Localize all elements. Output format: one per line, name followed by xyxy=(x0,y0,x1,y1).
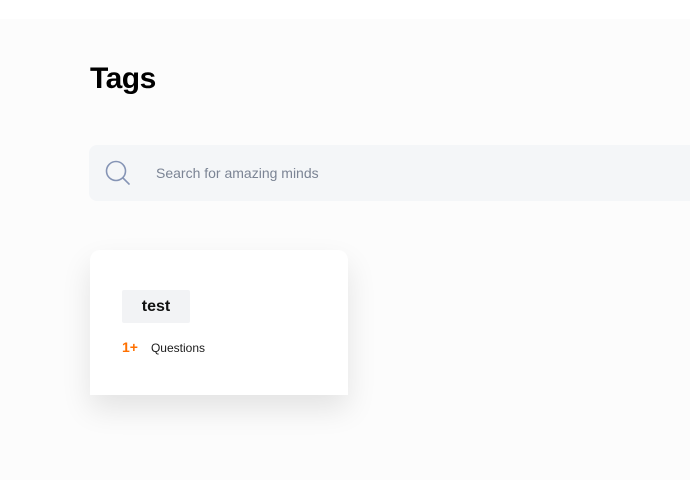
tag-question-label: Questions xyxy=(150,341,205,355)
search-icon xyxy=(105,160,131,186)
tag-question-count: 1+ xyxy=(122,339,138,355)
tag-name[interactable]: test xyxy=(122,290,190,323)
tag-meta: 1+ Questions xyxy=(122,339,205,355)
search-bar[interactable] xyxy=(89,145,690,201)
page-title: Tags xyxy=(90,62,156,95)
top-bar xyxy=(0,0,690,19)
search-input[interactable] xyxy=(156,145,656,201)
tag-card[interactable]: test 1+ Questions xyxy=(90,250,348,395)
